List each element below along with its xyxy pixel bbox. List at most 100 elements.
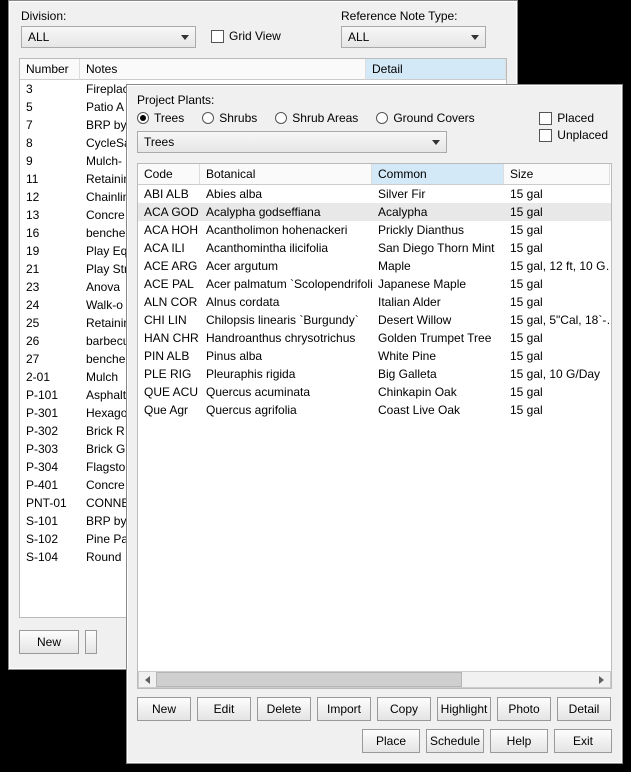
cell-common: Chinkapin Oak (372, 383, 504, 401)
delete-button[interactable]: Delete (257, 697, 311, 721)
table-row[interactable]: ACE PALAcer palmatum `Scolopendrifolium`… (138, 275, 611, 293)
gridview-checkbox[interactable]: Grid View (211, 29, 281, 43)
photo-button[interactable]: Photo (497, 697, 551, 721)
radio-ground-covers[interactable]: Ground Covers (376, 111, 474, 125)
cell-number: PNT-01 (20, 494, 80, 512)
detail-button[interactable]: Detail (557, 697, 611, 721)
project-plants-window: Project Plants: Trees Shrubs Shrub Areas… (126, 84, 623, 764)
schedule-button[interactable]: Schedule (426, 729, 484, 753)
cell-number: 9 (20, 152, 80, 170)
scroll-track[interactable] (156, 672, 593, 687)
horizontal-scrollbar[interactable] (138, 671, 611, 688)
cell-code: ACE ARG (138, 257, 200, 275)
table-row[interactable]: PIN ALBPinus albaWhite Pine15 gal (138, 347, 611, 365)
cell-common: Coast Live Oak (372, 401, 504, 419)
copy-button[interactable]: Copy (377, 697, 431, 721)
radio-icon (275, 112, 287, 124)
cell-botanical: Pinus alba (200, 347, 372, 365)
place-button[interactable]: Place (362, 729, 420, 753)
edit-button[interactable]: Edit (197, 697, 251, 721)
table-row[interactable]: ALN CORAlnus cordataItalian Alder15 gal (138, 293, 611, 311)
cell-botanical: Acantholimon hohenackeri (200, 221, 372, 239)
division-select[interactable]: ALL (21, 26, 196, 48)
cell-size: 15 gal (504, 383, 610, 401)
col-number[interactable]: Number (20, 59, 80, 80)
table-row[interactable]: ABI ALBAbies albaSilver Fir15 gal (138, 185, 611, 203)
truncated-button[interactable] (85, 630, 97, 654)
cell-number: S-104 (20, 548, 80, 566)
col-common[interactable]: Common (372, 164, 504, 185)
division-value: ALL (28, 30, 49, 44)
plant-type-select[interactable]: Trees (137, 131, 447, 153)
table-row[interactable]: ACE ARGAcer argutumMaple15 gal, 12 ft, 1… (138, 257, 611, 275)
table-row[interactable]: Que AgrQuercus agrifoliaCoast Live Oak15… (138, 401, 611, 419)
cell-number: P-302 (20, 422, 80, 440)
cell-size: 15 gal (504, 203, 610, 221)
checkbox-icon (539, 129, 552, 142)
import-button[interactable]: Import (317, 697, 371, 721)
cell-number: 19 (20, 242, 80, 260)
cell-code: ALN COR (138, 293, 200, 311)
new-button[interactable]: New (19, 630, 79, 654)
refnote-type-label: Reference Note Type: (341, 9, 505, 23)
cell-code: ACE PAL (138, 275, 200, 293)
division-label: Division: (21, 9, 211, 23)
cell-common: White Pine (372, 347, 504, 365)
table-row[interactable]: HAN CHRHandroanthus chrysotrichusGolden … (138, 329, 611, 347)
scroll-thumb[interactable] (156, 672, 462, 687)
radio-icon (202, 112, 214, 124)
cell-common: Acalypha (372, 203, 504, 221)
radio-shrubs[interactable]: Shrubs (202, 111, 257, 125)
highlight-button[interactable]: Highlight (437, 697, 491, 721)
col-detail[interactable]: Detail (366, 59, 506, 80)
cell-size: 15 gal (504, 275, 610, 293)
radio-icon (376, 112, 388, 124)
cell-number: 26 (20, 332, 80, 350)
col-size[interactable]: Size (504, 164, 610, 185)
unplaced-checkbox[interactable]: Unplaced (539, 128, 608, 142)
cell-number: P-301 (20, 404, 80, 422)
refnote-type-select[interactable]: ALL (341, 26, 486, 48)
cell-code: ACA HOH (138, 221, 200, 239)
cell-number: 27 (20, 350, 80, 368)
table-row[interactable]: ACA HOHAcantholimon hohenackeriPrickly D… (138, 221, 611, 239)
table-row[interactable]: ACA ILIAcanthomintha ilicifoliaSan Diego… (138, 239, 611, 257)
col-code[interactable]: Code (138, 164, 200, 185)
cell-size: 15 gal (504, 329, 610, 347)
table-row[interactable]: ACA GODAcalypha godseffianaAcalypha15 ga… (138, 203, 611, 221)
cell-botanical: Chilopsis linearis `Burgundy` (200, 311, 372, 329)
exit-button[interactable]: Exit (554, 729, 612, 753)
cell-number: S-101 (20, 512, 80, 530)
cell-number: 13 (20, 206, 80, 224)
scroll-left-icon[interactable] (139, 672, 156, 687)
help-button[interactable]: Help (490, 729, 548, 753)
cell-botanical: Quercus acuminata (200, 383, 372, 401)
cell-code: ACA ILI (138, 239, 200, 257)
cell-code: PLE RIG (138, 365, 200, 383)
cell-code: HAN CHR (138, 329, 200, 347)
cell-number: P-401 (20, 476, 80, 494)
cell-code: QUE ACU (138, 383, 200, 401)
cell-botanical: Acer palmatum `Scolopendrifolium` (200, 275, 372, 293)
radio-trees[interactable]: Trees (137, 111, 184, 125)
table-row[interactable]: QUE ACUQuercus acuminataChinkapin Oak15 … (138, 383, 611, 401)
cell-common: Maple (372, 257, 504, 275)
col-botanical[interactable]: Botanical (200, 164, 372, 185)
plants-table[interactable]: Code Botanical Common Size ABI ALBAbies … (137, 163, 612, 689)
cell-botanical: Handroanthus chrysotrichus (200, 329, 372, 347)
cell-number: 16 (20, 224, 80, 242)
scroll-right-icon[interactable] (593, 672, 610, 687)
cell-size: 15 gal, 12 ft, 10 G… (504, 257, 610, 275)
cell-number: P-304 (20, 458, 80, 476)
cell-size: 15 gal, 5"Cal, 18`-… (504, 311, 610, 329)
col-notes[interactable]: Notes (80, 59, 366, 80)
radio-shrub-areas[interactable]: Shrub Areas (275, 111, 358, 125)
new-button[interactable]: New (137, 697, 191, 721)
table-row[interactable]: CHI LINChilopsis linearis `Burgundy`Dese… (138, 311, 611, 329)
project-plants-title: Project Plants: (137, 93, 612, 107)
placed-checkbox[interactable]: Placed (539, 111, 608, 125)
cell-code: ABI ALB (138, 185, 200, 203)
table-row[interactable]: PLE RIGPleuraphis rigidaBig Galleta15 ga… (138, 365, 611, 383)
cell-common: Big Galleta (372, 365, 504, 383)
cell-common: Desert Willow (372, 311, 504, 329)
